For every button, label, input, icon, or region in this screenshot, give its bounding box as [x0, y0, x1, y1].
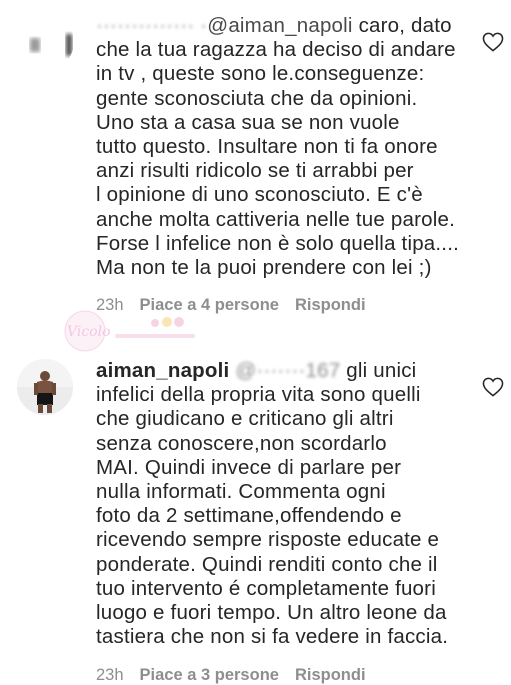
comment-line: Uno sta a casa sua se non vuole	[96, 110, 400, 134]
comment-line: tutto questo. Insultare non ti fa onore	[96, 135, 438, 159]
comment-line: anche molta cattiveria nelle tue parole.	[96, 207, 455, 231]
avatar-blurred[interactable]	[18, 14, 74, 70]
comment-line: tastiera che non si fa vedere in faccia.	[96, 625, 449, 649]
like-heart-icon[interactable]	[482, 32, 504, 52]
comment-line: luogo e fuori tempo. Un altro leone da	[96, 601, 447, 625]
comment-1-text: ·············· ·@aiman_napoli caro, dato…	[96, 14, 468, 280]
reply-button[interactable]: Rispondi	[295, 666, 366, 684]
like-heart-icon[interactable]	[482, 377, 504, 397]
comment-username[interactable]: aiman_napoli	[96, 359, 229, 382]
comment-2-text: aiman_napoli @·······167 gli unici infel…	[96, 359, 468, 649]
comment-1: ·············· ·@aiman_napoli caro, dato…	[0, 0, 511, 320]
comment-line: che la tua ragazza ha deciso di andare	[96, 38, 456, 62]
comment-line: anzi risulti ridicolo se ti arrabbi per	[96, 159, 414, 183]
comment-2-meta: 23h Piace a 3 persone Rispondi	[96, 666, 382, 685]
comment-line: infelici della propria vita sono quelli	[96, 383, 421, 407]
avatar-blurred-image	[30, 34, 72, 56]
comment-line: nulla informati. Commenta ogni	[96, 480, 386, 504]
comment-2: aiman_napoli @·······167 gli unici infel…	[0, 350, 511, 684]
comment-line: ricevendo sempre risposte educate e	[96, 528, 440, 552]
mention-aiman-napoli[interactable]: @aiman_napoli	[207, 14, 352, 37]
comment-line: senza conoscere,non scordarlo	[96, 431, 387, 455]
reply-button[interactable]: Rispondi	[295, 296, 366, 314]
comment-line: MAI. Quindi invece di parlare per	[96, 455, 402, 479]
blurred-mention: ·············· ·	[96, 14, 208, 37]
watermark-logo: Vicolo	[64, 310, 195, 352]
blurred-mention[interactable]: @·······167	[235, 359, 340, 382]
comment-line: l opinione di uno sconosciuto. E c'è	[96, 183, 423, 207]
avatar-image	[17, 359, 73, 415]
comment-line: tuo intervento é completamente fuori	[96, 576, 436, 600]
comment-line: Forse l infelice non è solo quella tipa.…	[96, 231, 459, 255]
comment-line: ponderate. Quindi renditi conto che il	[96, 552, 438, 576]
comment-line: Ma non te la puoi prendere con lei ;)	[96, 256, 432, 280]
comment-line: gente sconosciuta che da opinioni.	[96, 86, 418, 110]
comment-line: foto da 2 settimane,offendendo e	[96, 504, 402, 528]
comment-time: 23h	[96, 666, 124, 684]
avatar-aiman-napoli[interactable]	[17, 359, 73, 415]
svg-text:Vicolo: Vicolo	[67, 324, 111, 340]
likes-count-button[interactable]: Piace a 3 persone	[140, 666, 279, 684]
comment-line: che giudicano e criticano gli altri	[96, 407, 394, 431]
comment-line: in tv , queste sono le.conseguenze:	[96, 62, 425, 86]
